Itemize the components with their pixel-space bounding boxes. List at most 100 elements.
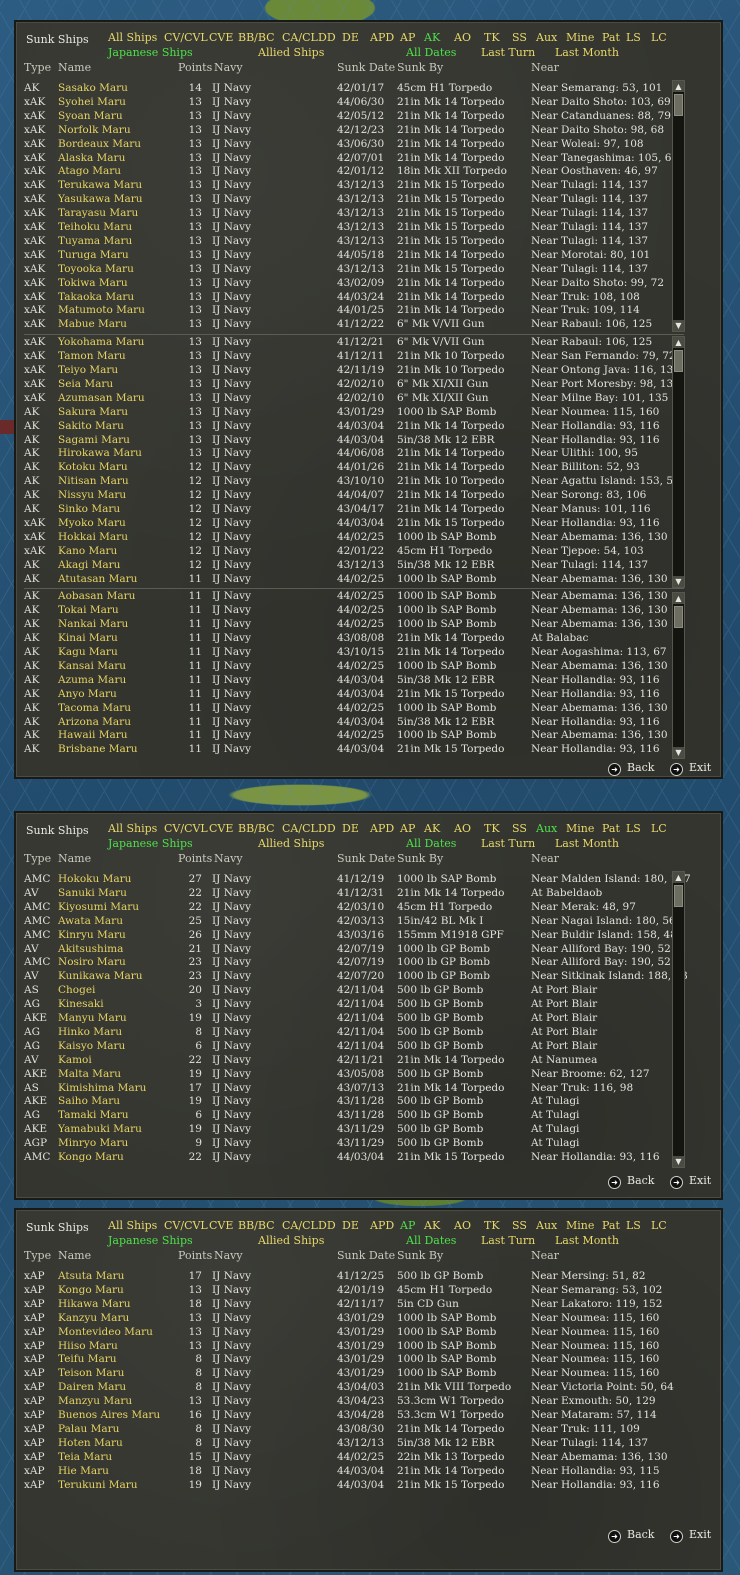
table-row[interactable]: xAK Turuga Maru 13 IJ Navy 44/05/18 21in Mk 1…: [24, 249, 674, 263]
filter-bb[interactable]: BB/BC: [238, 1219, 275, 1232]
filter-de[interactable]: DE: [342, 822, 359, 835]
table-row[interactable]: AK Hirokawa Maru 13 IJ Navy 44/06/08 21in Mk …: [24, 447, 674, 461]
column-header-points[interactable]: Points: [178, 852, 212, 865]
table-row[interactable]: xAK Takaoka Maru 13 IJ Navy 44/03/24 21in Mk …: [24, 291, 674, 305]
filter-cv[interactable]: CV/CVL: [164, 822, 208, 835]
table-row[interactable]: AMC Kiyosumi Maru 22 IJ Navy 42/03/10 45cm H1…: [24, 901, 674, 915]
filter-mine[interactable]: Mine: [566, 31, 594, 44]
table-row[interactable]: xAP Atsuta Maru 17 IJ Navy 41/12/25 500 lb GP…: [24, 1270, 674, 1284]
table-row[interactable]: xAK Kano Maru 12 IJ Navy 42/01/22 45cm H1 Tor…: [24, 545, 674, 559]
filter-tk[interactable]: TK: [484, 31, 500, 44]
filter-ca[interactable]: CA/CL: [282, 822, 318, 835]
column-header-points[interactable]: Points: [178, 1249, 212, 1262]
table-row[interactable]: AV Sanuki Maru 22 IJ Navy 41/12/31 21in Mk 14…: [24, 887, 674, 901]
table-row[interactable]: xAK Bordeaux Maru 13 IJ Navy 43/06/30 21in Mk…: [24, 138, 674, 152]
filter-pat[interactable]: Pat: [602, 31, 620, 44]
filter-ls[interactable]: LS: [626, 31, 641, 44]
table-row[interactable]: xAK Syohei Maru 13 IJ Navy 44/06/30 21in Mk 1…: [24, 96, 674, 110]
table-row[interactable]: AK Nankai Maru 11 IJ Navy 44/02/25 1000 lb SA…: [24, 618, 674, 632]
table-row[interactable]: AV Akitsushima 21 IJ Navy 42/07/19 1000 lb GP…: [24, 943, 674, 957]
column-header-points[interactable]: Points: [178, 61, 212, 74]
column-header-type[interactable]: Type: [24, 61, 51, 74]
table-row[interactable]: AK Tacoma Maru 11 IJ Navy 44/02/25 1000 lb SA…: [24, 702, 674, 716]
column-header-navy[interactable]: Navy: [214, 852, 243, 865]
back-button[interactable]: ➜ Back: [608, 1174, 654, 1189]
scroll-down-arrow[interactable]: ▼: [673, 576, 684, 587]
filter-all_ships[interactable]: All Ships: [108, 822, 157, 835]
filter-last_month[interactable]: Last Month: [555, 46, 619, 59]
filter-japanese[interactable]: Japanese Ships: [108, 837, 193, 850]
table-row[interactable]: xAP Teison Maru 8 IJ Navy 43/01/29 1000 lb SA…: [24, 1367, 674, 1381]
table-row[interactable]: AGP Minryo Maru 9 IJ Navy 43/11/29 500 lb GP …: [24, 1137, 674, 1151]
filter-dd[interactable]: DD: [318, 31, 336, 44]
table-row[interactable]: xAP Teifu Maru 8 IJ Navy 43/01/29 1000 lb SAP…: [24, 1353, 674, 1367]
column-header-navy[interactable]: Navy: [214, 1249, 243, 1262]
table-row[interactable]: xAP Manzyu Maru 13 IJ Navy 43/04/23 53.3cm W1…: [24, 1395, 674, 1409]
scrollbar[interactable]: ▲ ▼: [672, 336, 685, 588]
column-header-date[interactable]: Sunk Date: [337, 1249, 395, 1262]
table-row[interactable]: xAK Alaska Maru 13 IJ Navy 42/07/01 21in Mk 1…: [24, 152, 678, 166]
column-header-near[interactable]: Near: [531, 1249, 559, 1262]
table-row[interactable]: AK Kotoku Maru 12 IJ Navy 44/01/26 21in Mk 14…: [24, 461, 674, 475]
filter-ss[interactable]: SS: [512, 31, 527, 44]
column-header-name[interactable]: Name: [58, 1249, 91, 1262]
table-row[interactable]: xAP Palau Maru 8 IJ Navy 43/08/30 21in Mk 14 …: [24, 1423, 674, 1437]
filter-cve[interactable]: CVE: [209, 1219, 233, 1232]
filter-last_turn[interactable]: Last Turn: [481, 46, 535, 59]
filter-ap[interactable]: AP: [400, 822, 415, 835]
column-header-near[interactable]: Near: [531, 852, 559, 865]
scrollbar[interactable]: ▲ ▼: [672, 80, 685, 332]
table-row[interactable]: AK Sasako Maru 14 IJ Navy 42/01/17 45cm H1 To…: [24, 82, 674, 96]
table-row[interactable]: xAK Norfolk Maru 13 IJ Navy 42/12/23 21in Mk …: [24, 124, 674, 138]
filter-pat[interactable]: Pat: [602, 822, 620, 835]
filter-cv[interactable]: CV/CVL: [164, 31, 208, 44]
filter-lc[interactable]: LC: [651, 31, 667, 44]
filter-ak[interactable]: AK: [424, 822, 440, 835]
table-row[interactable]: AS Chogei 20 IJ Navy 42/11/04 500 lb GP Bomb A…: [24, 984, 674, 998]
table-row[interactable]: xAK Atago Maru 13 IJ Navy 42/01/12 18in Mk XI…: [24, 165, 674, 179]
table-row[interactable]: xAP Buenos Aires Maru 16 IJ Navy 43/04/28 53.…: [24, 1409, 674, 1423]
table-row[interactable]: AK Nitisan Maru 12 IJ Navy 43/10/10 21in Mk 1…: [24, 475, 680, 489]
filter-ls[interactable]: LS: [626, 822, 641, 835]
table-row[interactable]: xAK Mabue Maru 13 IJ Navy 41/12/22 6" Mk V/VI…: [24, 318, 674, 332]
table-row[interactable]: xAK Toyooka Maru 13 IJ Navy 43/12/13 21in Mk …: [24, 263, 674, 277]
filter-aux[interactable]: Aux: [536, 31, 557, 44]
table-row[interactable]: xAP Hie Maru 18 IJ Navy 44/03/04 21in Mk 14 T…: [24, 1465, 674, 1479]
filter-last_turn[interactable]: Last Turn: [481, 1234, 535, 1247]
filter-ap[interactable]: AP: [400, 31, 415, 44]
table-row[interactable]: xAK Hokkai Maru 12 IJ Navy 44/02/25 1000 lb S…: [24, 531, 674, 545]
table-row[interactable]: xAP Teia Maru 15 IJ Navy 44/02/25 22in Mk 13 …: [24, 1451, 674, 1465]
table-row[interactable]: xAK Tuyama Maru 13 IJ Navy 43/12/13 21in Mk 1…: [24, 235, 674, 249]
table-row[interactable]: xAK Tarayasu Maru 13 IJ Navy 43/12/13 21in Mk…: [24, 207, 674, 221]
back-button[interactable]: ➜ Back: [608, 1528, 654, 1543]
filter-lc[interactable]: LC: [651, 1219, 667, 1232]
table-row[interactable]: AK Sakura Maru 13 IJ Navy 43/01/29 1000 lb SA…: [24, 406, 674, 420]
table-row[interactable]: xAP Hoten Maru 8 IJ Navy 43/12/13 5in/38 Mk 1…: [24, 1437, 674, 1451]
table-row[interactable]: AK Sagami Maru 13 IJ Navy 44/03/04 5in/38 Mk …: [24, 434, 674, 448]
table-row[interactable]: AK Azuma Maru 11 IJ Navy 44/03/04 5in/38 Mk 1…: [24, 674, 674, 688]
column-header-by[interactable]: Sunk By: [397, 61, 443, 74]
filter-ss[interactable]: SS: [512, 822, 527, 835]
table-row[interactable]: AK Hawaii Maru 11 IJ Navy 44/02/25 1000 lb SA…: [24, 729, 674, 743]
filter-ap[interactable]: AP: [400, 1219, 415, 1232]
filter-mine[interactable]: Mine: [566, 822, 594, 835]
filter-apd[interactable]: APD: [370, 31, 394, 44]
scroll-up-arrow[interactable]: ▲: [673, 81, 684, 92]
filter-lc[interactable]: LC: [651, 822, 667, 835]
table-row[interactable]: AV Kunikawa Maru 23 IJ Navy 42/07/20 1000 lb …: [24, 970, 688, 984]
table-row[interactable]: AK Anyo Maru 11 IJ Navy 44/03/04 21in Mk 15 T…: [24, 688, 674, 702]
table-row[interactable]: AK Brisbane Maru 11 IJ Navy 44/03/04 21in Mk …: [24, 743, 674, 757]
filter-ca[interactable]: CA/CL: [282, 1219, 318, 1232]
table-row[interactable]: AKE Malta Maru 19 IJ Navy 43/05/08 500 lb GP …: [24, 1068, 674, 1082]
back-button[interactable]: ➜ Back: [608, 761, 654, 776]
filter-ca[interactable]: CA/CL: [282, 31, 318, 44]
column-header-navy[interactable]: Navy: [214, 61, 243, 74]
filter-all_ships[interactable]: All Ships: [108, 1219, 157, 1232]
filter-aux[interactable]: Aux: [536, 1219, 557, 1232]
column-header-name[interactable]: Name: [58, 61, 91, 74]
filter-all_dates[interactable]: All Dates: [406, 837, 456, 850]
table-row[interactable]: xAP Hiiso Maru 13 IJ Navy 43/01/29 1000 lb SA…: [24, 1340, 674, 1354]
table-row[interactable]: AK Nissyu Maru 12 IJ Navy 44/04/07 21in Mk 14…: [24, 489, 674, 503]
table-row[interactable]: AK Akagi Maru 12 IJ Navy 43/12/13 5in/38 Mk 1…: [24, 559, 674, 573]
filter-bb[interactable]: BB/BC: [238, 822, 275, 835]
